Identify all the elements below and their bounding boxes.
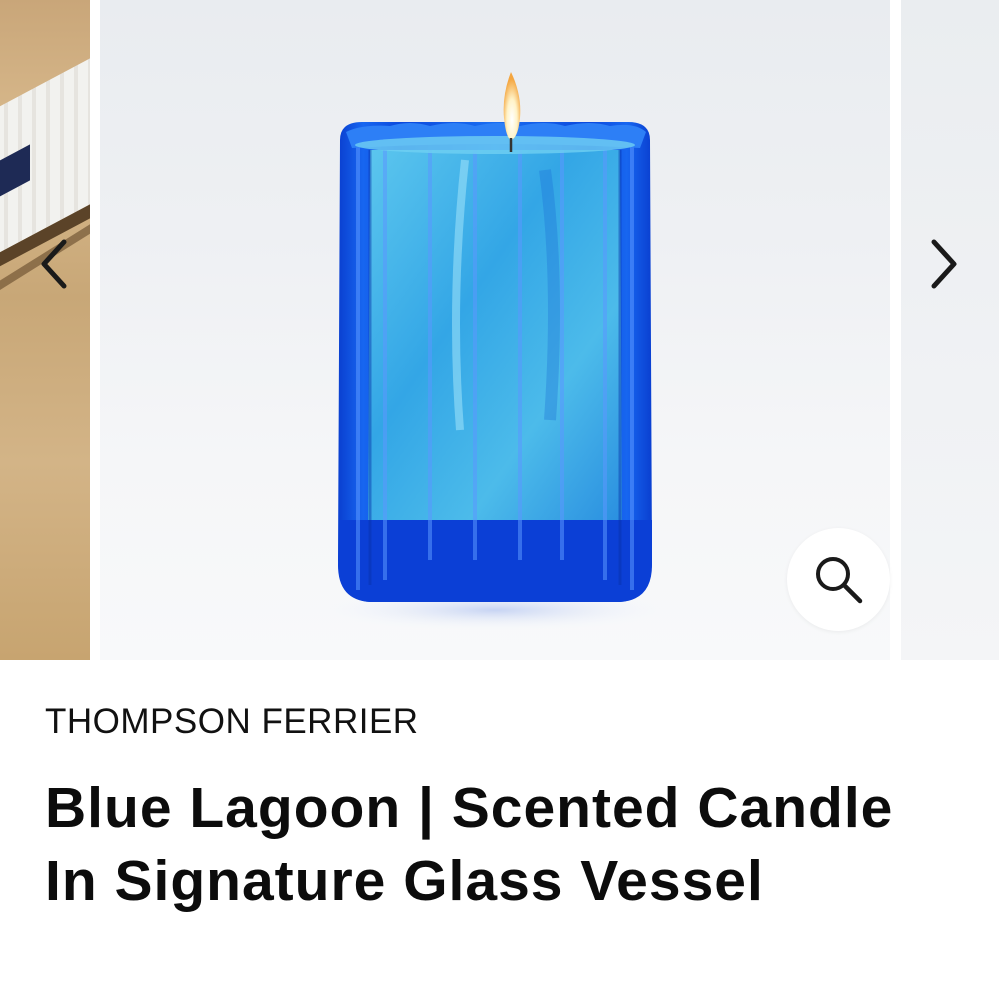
zoom-button[interactable] — [787, 528, 890, 631]
product-info: THOMPSON FERRIER Blue Lagoon | Scented C… — [45, 700, 965, 918]
chevron-right-icon — [931, 239, 957, 289]
product-image-carousel[interactable] — [0, 0, 999, 660]
magnifier-icon — [815, 556, 862, 603]
previous-product-image[interactable] — [0, 0, 90, 660]
main-product-image[interactable] — [100, 0, 890, 660]
next-product-image[interactable] — [901, 0, 999, 660]
candle-image — [305, 72, 685, 632]
next-image-button[interactable] — [914, 234, 974, 294]
previous-image-button[interactable] — [24, 234, 84, 294]
product-title: Blue Lagoon | Scented Candle In Signatur… — [45, 776, 894, 913]
brand-name[interactable]: THOMPSON FERRIER — [45, 700, 965, 744]
chevron-left-icon — [41, 239, 67, 289]
